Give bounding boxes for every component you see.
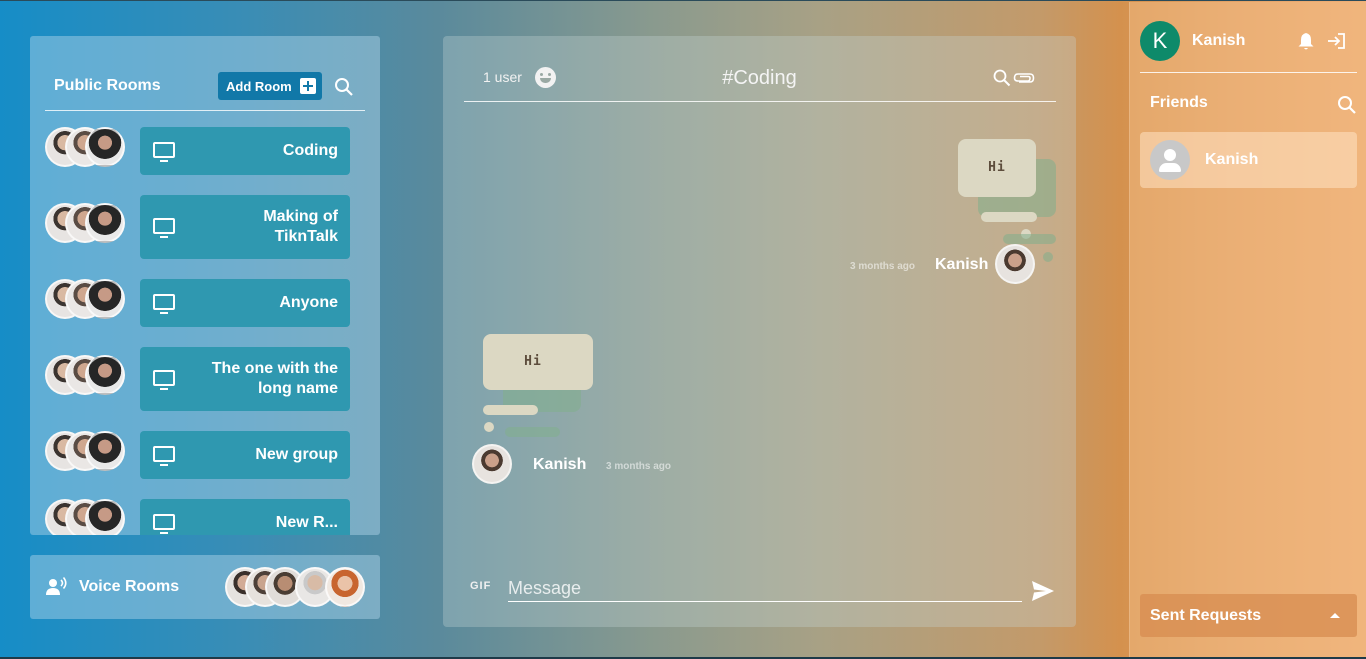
room-member-avatars xyxy=(45,499,125,535)
friends-title: Friends xyxy=(1150,94,1208,111)
avatar xyxy=(85,431,125,471)
room-member-avatars xyxy=(45,431,125,471)
gif-button[interactable]: GIF xyxy=(470,580,491,592)
room-title: #Coding xyxy=(722,67,797,89)
monitor-icon xyxy=(153,446,175,466)
room-member-avatars xyxy=(45,279,125,319)
friends-sidebar: K Kanish Friends Kanish Sent Requests xyxy=(1129,2,1366,657)
room-name: Anyone xyxy=(279,294,338,311)
bubble-decoration xyxy=(1043,252,1053,262)
avatar[interactable] xyxy=(995,244,1035,284)
bubble-decoration xyxy=(483,405,538,415)
room-name-line: long name xyxy=(257,380,338,397)
chat-header-divider xyxy=(464,101,1056,102)
room-name: The one with the long name xyxy=(212,359,338,399)
friend-name: Kanish xyxy=(1205,151,1259,168)
logout-icon[interactable] xyxy=(1326,31,1346,51)
room-name-line: TiknTalk xyxy=(274,228,338,245)
sidebar-divider xyxy=(1140,72,1357,73)
avatar xyxy=(85,279,125,319)
avatar xyxy=(85,355,125,395)
message-text: Hi xyxy=(524,354,542,369)
message-author: Kanish xyxy=(935,256,989,273)
bubble-decoration xyxy=(505,427,560,437)
voice-icon xyxy=(46,577,67,595)
room-row: Anyone xyxy=(30,279,380,327)
room-name: Making of TiknTalk xyxy=(263,207,338,247)
monitor-icon xyxy=(153,514,175,534)
room-button-anyone[interactable]: Anyone xyxy=(140,279,350,327)
voice-rooms-label: Voice Rooms xyxy=(79,578,180,595)
bubble-decoration xyxy=(1003,234,1056,244)
send-icon[interactable] xyxy=(1031,580,1055,602)
room-button-long-name[interactable]: The one with the long name xyxy=(140,347,350,411)
room-member-avatars xyxy=(45,355,125,395)
message-bubble: Hi xyxy=(958,139,1058,262)
friend-list-item[interactable]: Kanish xyxy=(1140,132,1357,188)
voice-rooms-button[interactable]: Voice Rooms xyxy=(30,555,380,619)
avatar xyxy=(85,499,125,535)
room-button-new-group[interactable]: New group xyxy=(140,431,350,479)
chat-panel: 1 user #Coding Hi 3 months ago Kanish Hi… xyxy=(443,36,1076,627)
public-rooms-panel: Public Rooms Add Room Coding Making of T… xyxy=(30,36,380,535)
search-icon[interactable] xyxy=(1337,95,1357,115)
avatar xyxy=(85,203,125,243)
room-row: The one with the long name xyxy=(30,347,380,411)
user-name: Kanish xyxy=(1192,32,1246,49)
avatar xyxy=(85,127,125,167)
message-text: Hi xyxy=(988,160,1006,175)
room-row: New R... xyxy=(30,499,380,535)
message-bubble: Hi xyxy=(483,334,593,444)
room-row: New group xyxy=(30,431,380,479)
public-rooms-title: Public Rooms xyxy=(54,77,161,94)
sent-requests-toggle[interactable]: Sent Requests xyxy=(1140,594,1357,637)
avatar[interactable] xyxy=(472,444,512,484)
message-timestamp: 3 months ago xyxy=(850,261,916,272)
room-button-making-of-tikntalk[interactable]: Making of TiknTalk xyxy=(140,195,350,259)
message-timestamp: 3 months ago xyxy=(606,461,672,472)
room-name: New group xyxy=(255,446,338,463)
message-input[interactable] xyxy=(508,576,1022,602)
room-name: New R... xyxy=(275,514,338,531)
top-border xyxy=(0,0,1366,1)
paperclip-icon[interactable] xyxy=(1013,71,1035,85)
room-member-avatars xyxy=(45,203,125,243)
user-avatar[interactable]: K xyxy=(1140,21,1180,61)
person-icon xyxy=(1150,140,1190,180)
sent-requests-label: Sent Requests xyxy=(1150,607,1262,624)
add-room-button[interactable]: Add Room xyxy=(218,72,322,100)
room-name-line: The one with the xyxy=(211,360,338,377)
room-name: Coding xyxy=(282,142,338,159)
search-icon[interactable] xyxy=(993,69,1011,87)
caret-up-icon xyxy=(1330,613,1340,618)
header-divider xyxy=(45,110,365,111)
room-name-line: Making of xyxy=(263,208,338,225)
room-row: Making of TiknTalk xyxy=(30,195,380,259)
add-room-label: Add Room xyxy=(226,78,292,94)
bubble-decoration xyxy=(981,212,1037,222)
monitor-icon xyxy=(153,218,175,238)
room-button-new-room[interactable]: New R... xyxy=(140,499,350,535)
bubble-decoration xyxy=(484,422,494,432)
message-author: Kanish xyxy=(533,456,587,473)
monitor-icon xyxy=(153,142,175,162)
room-button-coding[interactable]: Coding xyxy=(140,127,350,175)
monitor-icon xyxy=(153,370,175,390)
voice-member-avatars xyxy=(225,567,370,609)
monitor-icon xyxy=(153,294,175,314)
public-rooms-header: Public Rooms Add Room xyxy=(30,36,380,112)
bell-icon[interactable] xyxy=(1297,31,1315,51)
room-member-avatars xyxy=(45,127,125,167)
avatar xyxy=(325,567,365,607)
room-row: Coding xyxy=(30,127,380,175)
plus-icon xyxy=(300,78,316,94)
search-icon[interactable] xyxy=(334,77,354,97)
